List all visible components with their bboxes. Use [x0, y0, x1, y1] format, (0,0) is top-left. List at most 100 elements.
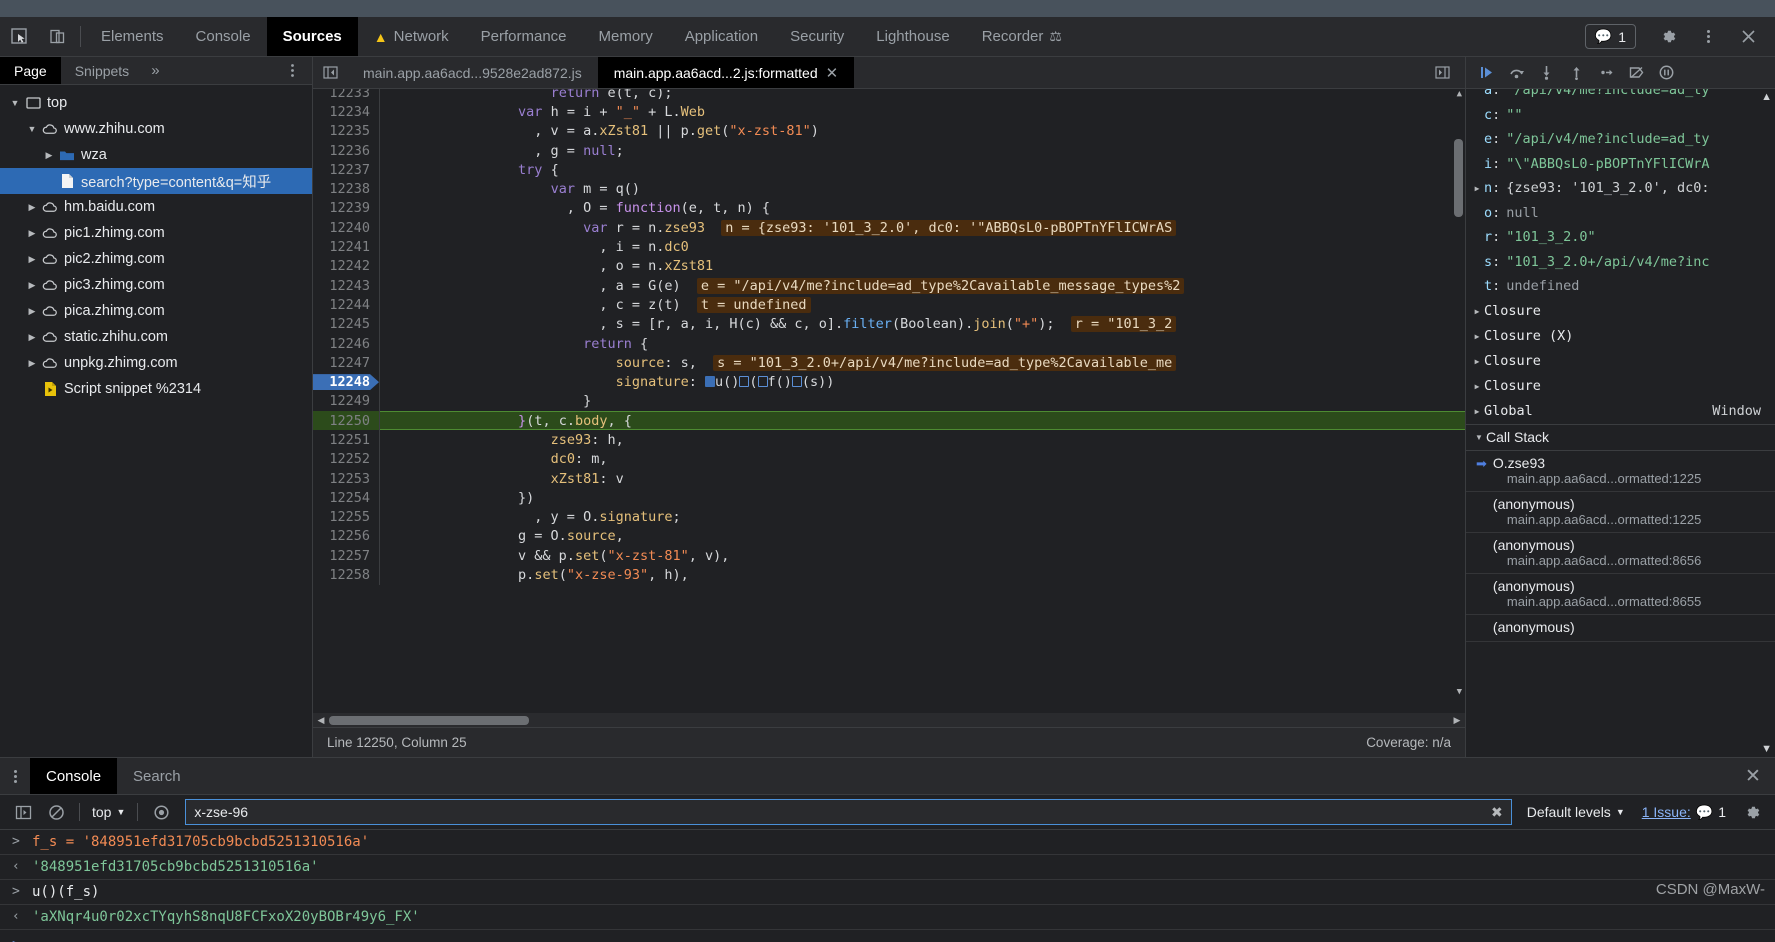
code-line[interactable]: 12241 , i = n.dc0	[313, 237, 1465, 257]
chevron-right-icon[interactable]: ▶	[1470, 184, 1484, 193]
code-line[interactable]: 12244 , c = z(t) t = undefined	[313, 295, 1465, 315]
console-issues-chip[interactable]: 1 Issue: 💬 1	[1634, 804, 1734, 821]
prev-tabs-icon[interactable]	[313, 57, 347, 88]
line-number[interactable]: 12256	[313, 528, 379, 544]
line-number[interactable]: 12240	[313, 220, 379, 236]
line-number[interactable]: 12254	[313, 490, 379, 506]
line-number[interactable]: 12248	[313, 374, 379, 390]
close-icon[interactable]: ✕	[826, 64, 839, 82]
tab-console[interactable]: Console	[180, 17, 267, 56]
call-stack-frame[interactable]: ➡(anonymous)	[1466, 615, 1775, 642]
line-number[interactable]: 12234	[313, 104, 379, 120]
code-line[interactable]: 12243 , a = G(e) e = "/api/v4/me?include…	[313, 275, 1465, 296]
call-stack-frame-location[interactable]: main.app.aa6acd...ormatted:8655	[1493, 594, 1701, 609]
drawer-tab-console[interactable]: Console	[30, 758, 118, 794]
code-line[interactable]: 12234 var h = i + "_" + L.Web	[313, 102, 1465, 122]
file-tree-item[interactable]: ▶ pic3.zhimg.com	[0, 272, 312, 298]
line-number[interactable]: 12252	[313, 451, 379, 467]
code-line[interactable]: 12247 source: s, s = "101_3_2.0+/api/v4/…	[313, 353, 1465, 373]
editor-vscroll-thumb[interactable]	[1454, 139, 1463, 217]
scope-group-row[interactable]: ▶ Closure	[1466, 374, 1775, 399]
live-expression-eye-icon[interactable]	[146, 799, 176, 825]
gear-icon[interactable]	[1649, 27, 1687, 46]
issues-counter-button[interactable]: 💬 1	[1584, 24, 1636, 49]
scope-variable-row[interactable]: r: "101_3_2.0"	[1466, 225, 1775, 250]
scope-variable-row[interactable]: o: null	[1466, 201, 1775, 226]
file-tree-item[interactable]: Script snippet %2314	[0, 376, 312, 402]
tab-security[interactable]: Security	[774, 17, 860, 56]
code-line[interactable]: 12254 })	[313, 488, 1465, 508]
line-number[interactable]: 12247	[313, 355, 379, 371]
editor-tab-formatted[interactable]: main.app.aa6acd...2.js:formatted ✕	[597, 57, 855, 88]
resume-script-button[interactable]	[1472, 60, 1500, 86]
line-number[interactable]: 12257	[313, 548, 379, 564]
step-into-button[interactable]	[1532, 60, 1560, 86]
file-tree-item[interactable]: ▶ hm.baidu.com	[0, 194, 312, 220]
line-number[interactable]: 12243	[313, 278, 379, 294]
step-button[interactable]	[1592, 60, 1620, 86]
object-expand-icon[interactable]	[739, 376, 750, 388]
console-settings-gear-icon[interactable]	[1737, 799, 1767, 825]
console-output-message[interactable]: ‹ 'aXNqr4u0r02xcTYqyhS8nqU8FCFxoX20yBOBr4…	[0, 905, 1775, 930]
chevron-right-icon[interactable]: ▶	[25, 202, 39, 213]
scroll-up-arrow-icon[interactable]: ▲	[1457, 89, 1462, 99]
line-number[interactable]: 12242	[313, 258, 379, 274]
code-line[interactable]: 12252 dc0: m,	[313, 449, 1465, 469]
log-level-selector[interactable]: Default levels ▼	[1521, 804, 1631, 820]
chevron-right-icon[interactable]: ▶	[1470, 382, 1484, 391]
debugger-scroll-up-arrow-icon[interactable]: ▲	[1761, 91, 1772, 103]
code-line[interactable]: 12249 }	[313, 391, 1465, 412]
scope-variable-row[interactable]: e: "/api/v4/me?include=ad_ty	[1466, 127, 1775, 152]
file-tree-item[interactable]: ▶ wza	[0, 142, 312, 168]
step-over-button[interactable]	[1502, 60, 1530, 86]
line-number[interactable]: 12246	[313, 336, 379, 352]
code-line[interactable]: 12258 p.set("x-zse-93", h),	[313, 565, 1465, 585]
file-tree-item[interactable]: ▼ www.zhihu.com	[0, 116, 312, 142]
chevron-right-icon[interactable]: ▶	[25, 280, 39, 291]
call-stack-frame-location[interactable]: main.app.aa6acd...ormatted:1225	[1493, 471, 1701, 486]
code-line[interactable]: 12240 var r = n.zse93 n = {zse93: '101_3…	[313, 218, 1465, 238]
code-line[interactable]: 12237 try {	[313, 160, 1465, 180]
scope-variable-row[interactable]: s: "101_3_2.0+/api/v4/me?inc	[1466, 250, 1775, 275]
line-number[interactable]: 12255	[313, 509, 379, 525]
chevron-right-icon[interactable]: ▶	[25, 254, 39, 265]
code-line[interactable]: 12235 , v = a.xZst81 || p.get("x-zst-81"…	[313, 121, 1465, 141]
file-tree-item[interactable]: ▶ pic1.zhimg.com	[0, 220, 312, 246]
editor-horizontal-scrollbar[interactable]: ◀ ▶	[313, 713, 1465, 727]
call-stack-frame[interactable]: ➡(anonymous)main.app.aa6acd...ormatted:8…	[1466, 533, 1775, 574]
execution-context-selector[interactable]: top ▼	[88, 804, 129, 820]
scroll-down-arrow-icon[interactable]: ▼	[1457, 687, 1462, 697]
navigator-kebab-icon[interactable]	[273, 57, 312, 84]
chevron-right-icon[interactable]: ▶	[1470, 307, 1484, 316]
code-editor[interactable]: 12233 return e(t, c); 12234 var h = i + "…	[313, 89, 1465, 713]
line-number[interactable]: 12249	[313, 393, 379, 409]
console-input-message[interactable]: > u()(f_s)	[0, 880, 1775, 905]
chevron-down-icon[interactable]: ▼	[25, 124, 39, 134]
code-line[interactable]: 12242 , o = n.xZst81	[313, 256, 1465, 276]
pause-on-exceptions-button[interactable]	[1652, 60, 1680, 86]
code-line[interactable]: 12250 } (t, c. body, {	[313, 411, 1465, 431]
scope-group-row[interactable]: ▶ Closure (X)	[1466, 324, 1775, 349]
line-number[interactable]: 12235	[313, 123, 379, 139]
code-line[interactable]: 12256 g = O.source,	[313, 526, 1465, 547]
chevron-right-icon[interactable]: ▶	[25, 358, 39, 369]
drawer-kebab-icon[interactable]	[0, 758, 30, 794]
inspect-element-icon[interactable]	[0, 17, 38, 56]
code-line[interactable]: 12255 , y = O.signature;	[313, 507, 1465, 527]
file-tree-item[interactable]: ▶ pic2.zhimg.com	[0, 246, 312, 272]
file-tree-item[interactable]: ▶ pica.zhimg.com	[0, 298, 312, 324]
more-tabs-icon[interactable]: »	[143, 57, 167, 84]
line-number[interactable]: 12253	[313, 471, 379, 487]
tab-network[interactable]: ▲ Network	[358, 17, 465, 56]
code-line[interactable]: 12245 , s = [r, a, i, H(c) && c, o].filt…	[313, 314, 1465, 334]
scope-variable-row[interactable]: i: "\"ABBQsL0-pBOPTnYFlICWrA	[1466, 152, 1775, 177]
editor-hscroll-thumb[interactable]	[329, 715, 529, 725]
call-stack-frame-location[interactable]: main.app.aa6acd...ormatted:1225	[1493, 512, 1701, 527]
scroll-left-arrow-icon[interactable]: ◀	[313, 715, 329, 726]
code-line[interactable]: 12257 v && p.set("x-zst-81", v),	[313, 546, 1465, 566]
scope-group-row[interactable]: ▶ Global Window	[1466, 399, 1775, 424]
call-stack-frame[interactable]: ➡(anonymous)main.app.aa6acd...ormatted:8…	[1466, 574, 1775, 615]
scope-group-row[interactable]: ▶ Closure	[1466, 349, 1775, 374]
code-line[interactable]: 12236 , g = null;	[313, 140, 1465, 161]
scroll-right-arrow-icon[interactable]: ▶	[1449, 715, 1465, 726]
